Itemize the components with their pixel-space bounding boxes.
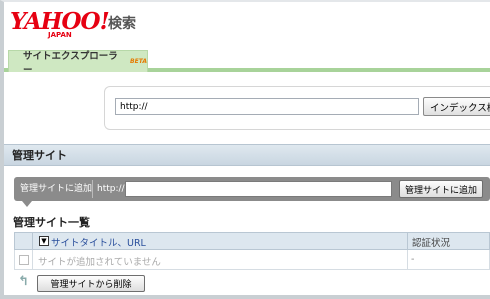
- column-divider: [407, 232, 408, 250]
- pointer-triangle-icon: [22, 201, 32, 207]
- section-title: 管理サイト: [12, 149, 67, 162]
- yahoo-logo[interactable]: YAHOO!: [10, 10, 110, 33]
- empty-message: サイトが追加されていません: [38, 257, 161, 268]
- tab-site-explorer[interactable]: サイトエクスプローラー BETA: [8, 50, 148, 76]
- column-divider: [32, 250, 33, 270]
- sort-down-icon[interactable]: ▼: [39, 236, 49, 246]
- page-frame: YAHOO! JAPAN 検索 サイトエクスプローラー BETA インデックス検…: [0, 0, 490, 299]
- beta-badge: BETA: [130, 58, 147, 65]
- column-header-title-url[interactable]: サイトタイトル、URL: [51, 235, 146, 249]
- search-heading[interactable]: 検索: [108, 13, 136, 33]
- http-prefix-label: http://: [97, 184, 125, 194]
- tab-label: サイトエクスプローラー: [23, 50, 118, 76]
- add-site-input[interactable]: [125, 181, 392, 197]
- column-divider: [407, 250, 408, 270]
- arrow-up-return-icon: ↰: [18, 274, 29, 289]
- add-site-button[interactable]: 管理サイトに追加: [399, 180, 483, 198]
- divider: [92, 180, 93, 198]
- yahoo-japan-logo-sub: JAPAN: [48, 31, 72, 39]
- add-site-label: 管理サイトに追加: [20, 184, 93, 194]
- row-checkbox[interactable]: [19, 255, 29, 265]
- url-input[interactable]: [115, 98, 419, 115]
- column-divider: [32, 232, 33, 250]
- index-search-button[interactable]: インデックス検索: [423, 97, 490, 116]
- column-header-status: 認証状況: [412, 238, 451, 249]
- remove-site-button[interactable]: 管理サイトから削除: [37, 275, 145, 292]
- site-list-title: 管理サイト一覧: [13, 216, 90, 229]
- status-cell: -: [411, 254, 415, 265]
- managed-sites-header: 管理サイト: [4, 144, 490, 166]
